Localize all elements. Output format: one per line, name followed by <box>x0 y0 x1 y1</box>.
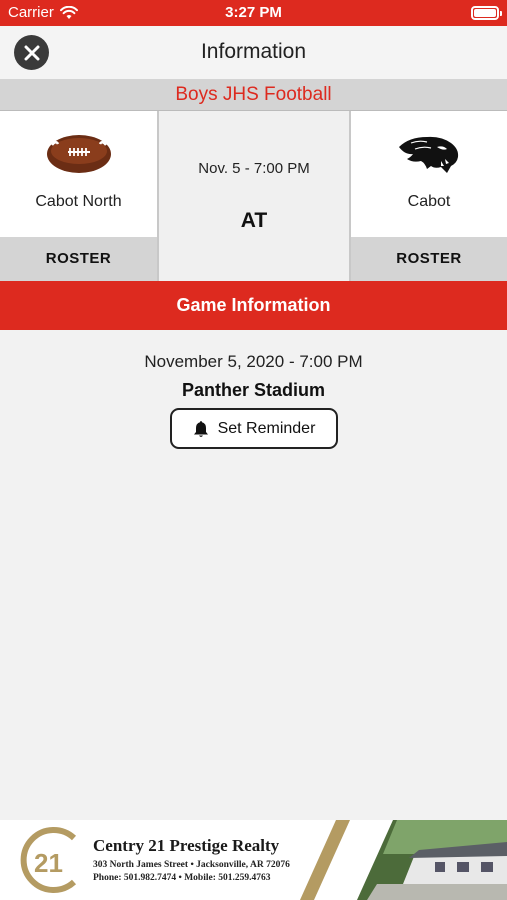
set-reminder-button[interactable]: Set Reminder <box>170 408 338 449</box>
home-team-block: Cabot North ROSTER <box>0 111 157 281</box>
status-bar: Carrier 3:27 PM <box>0 0 507 26</box>
ad-banner[interactable]: 21 Centry 21 Prestige Realty 303 North J… <box>0 820 507 900</box>
svg-text:21: 21 <box>34 848 63 878</box>
set-reminder-label: Set Reminder <box>217 419 316 437</box>
matchup-date-time: Nov. 5 - 7:00 PM <box>198 160 310 177</box>
ad-gold-stripe <box>300 820 360 900</box>
bell-icon <box>193 420 208 437</box>
football-icon <box>46 135 111 173</box>
ad-title: Centry 21 Prestige Realty <box>93 836 280 855</box>
game-full-date: November 5, 2020 - 7:00 PM <box>144 352 363 371</box>
home-team-logo <box>0 133 157 179</box>
home-team-name: Cabot North <box>35 193 122 210</box>
page-title: Information <box>200 40 307 63</box>
panther-icon <box>399 136 459 173</box>
away-team-block: Cabot ROSTER <box>351 111 507 281</box>
away-roster-button[interactable]: ROSTER <box>351 237 507 281</box>
game-info-header: Game Information <box>0 281 507 330</box>
game-venue: Panther Stadium <box>181 380 326 400</box>
ad-address: 303 North James Street • Jacksonville, A… <box>93 860 290 870</box>
matchup-block: Nov. 5 - 7:00 PM AT <box>157 111 351 281</box>
ad-phone: Phone: 501.982.7474 • Mobile: 501.259.47… <box>93 873 271 883</box>
away-team-name: Cabot <box>407 193 451 210</box>
status-time: 3:27 PM <box>225 4 282 21</box>
sport-title: Boys JHS Football <box>0 79 507 111</box>
battery-icon <box>471 6 502 20</box>
century21-logo: 21 <box>20 827 77 893</box>
nav-bar: Information <box>0 26 507 79</box>
home-roster-button[interactable]: ROSTER <box>0 237 157 281</box>
house-photo <box>357 820 507 900</box>
matchup-separator: AT <box>240 209 268 232</box>
away-team-logo <box>351 133 507 179</box>
